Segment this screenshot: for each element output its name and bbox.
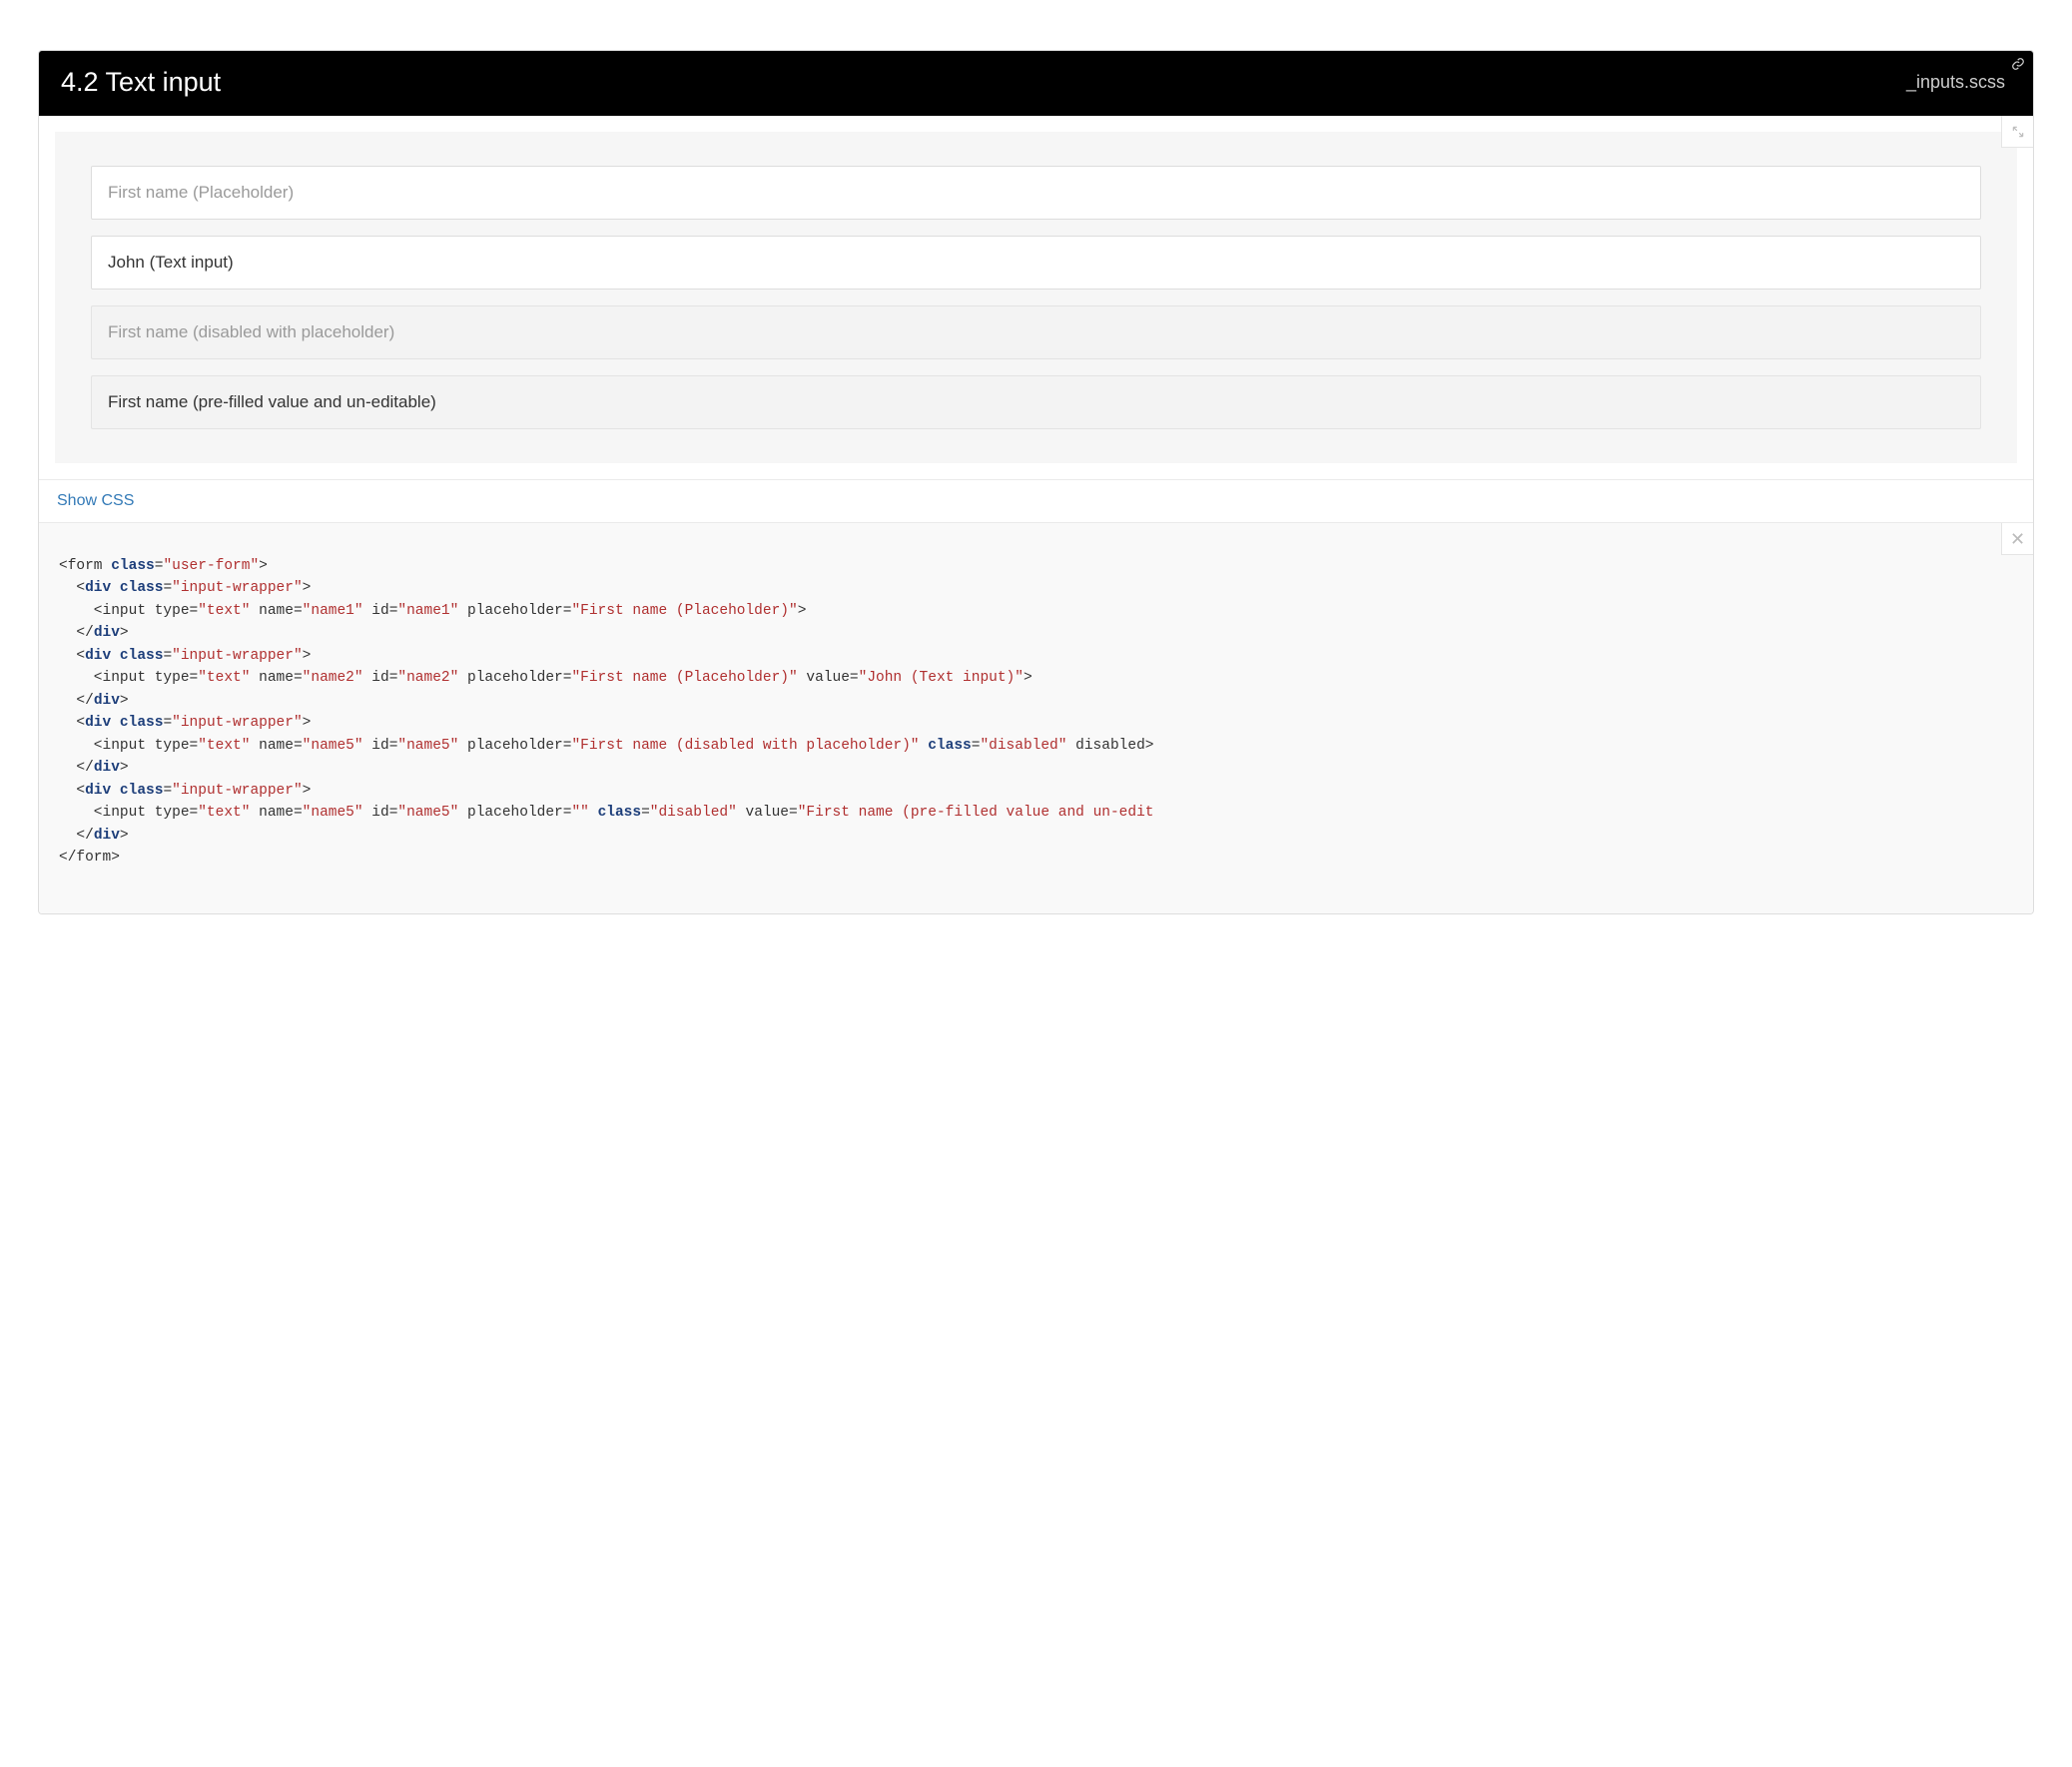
first-name-input-disabled-placeholder xyxy=(91,305,1981,359)
example-inner xyxy=(55,132,2017,463)
input-row xyxy=(91,305,1981,359)
input-row xyxy=(91,236,1981,290)
expand-button[interactable] xyxy=(2001,116,2033,148)
input-row xyxy=(91,375,1981,429)
example-area xyxy=(39,116,2033,479)
section-title: 4.2 Text input xyxy=(61,67,1906,98)
show-css-link[interactable]: Show CSS xyxy=(57,492,134,509)
section-header: 4.2 Text input _inputs.scss xyxy=(39,51,2033,116)
close-icon: ✕ xyxy=(2010,530,2025,548)
markup-area: ✕ <form class="user-form"> <div class="i… xyxy=(39,522,2033,913)
first-name-input-disabled-value xyxy=(91,375,1981,429)
section-filename: _inputs.scss xyxy=(1906,72,2005,93)
input-row xyxy=(91,166,1981,220)
permalink-icon[interactable] xyxy=(2011,57,2025,71)
close-markup-button[interactable]: ✕ xyxy=(2001,523,2033,555)
first-name-input-placeholder[interactable] xyxy=(91,166,1981,220)
styleguide-section: 4.2 Text input _inputs.scss xyxy=(38,50,2034,914)
toggle-row: Show CSS xyxy=(39,479,2033,522)
first-name-input-value[interactable] xyxy=(91,236,1981,290)
markup-code: <form class="user-form"> <div class="inp… xyxy=(59,555,2013,870)
